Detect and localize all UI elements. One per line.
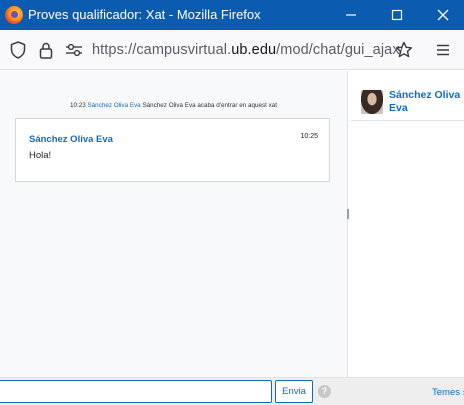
permissions-icon[interactable] xyxy=(64,40,84,60)
firefox-logo-icon xyxy=(5,6,23,24)
avatar xyxy=(361,90,383,114)
message-text: Hola! xyxy=(29,150,52,161)
maximize-icon xyxy=(391,9,403,21)
maximize-button[interactable] xyxy=(374,0,420,30)
url-bar[interactable]: https://campusvirtual.ub.edu/mod/chat/gu… xyxy=(92,42,404,58)
system-message-text: Sánchez Oliva Eva acaba d'entrar en aque… xyxy=(142,102,278,109)
system-message-time: 10:23 xyxy=(69,102,86,109)
system-message-user[interactable]: Sánchez Oliva Eva xyxy=(87,102,140,109)
menu-icon[interactable] xyxy=(433,40,453,60)
lock-icon[interactable] xyxy=(36,40,56,60)
send-button[interactable]: Envia xyxy=(275,380,313,403)
url-domain: ub.edu xyxy=(231,42,277,58)
minimize-icon xyxy=(346,14,356,16)
users-list: Sánchez Oliva Eva xyxy=(349,71,464,377)
system-message: 10:23 Sánchez Oliva Eva Sánchez Oliva Ev… xyxy=(0,102,347,109)
help-icon[interactable]: ? xyxy=(318,385,331,398)
star-icon[interactable] xyxy=(394,40,414,60)
user-list-item[interactable]: Sánchez Oliva Eva xyxy=(351,83,464,121)
close-window-button[interactable] xyxy=(420,0,464,30)
browser-navbar: https://campusvirtual.ub.edu/mod/chat/gu… xyxy=(0,30,464,70)
shield-icon[interactable] xyxy=(8,40,28,60)
message-time: 10:25 xyxy=(300,133,318,140)
url-path: /mod/chat/gui_ajax/ xyxy=(276,42,404,58)
user-name[interactable]: Sánchez Oliva Eva xyxy=(389,89,464,115)
window-titlebar: Proves qualificador: Xat - Mozilla Firef… xyxy=(0,0,464,30)
chat-message: Sánchez Oliva Eva 10:25 Hola! xyxy=(15,118,330,182)
chat-messages-area[interactable]: 10:23 Sánchez Oliva Eva Sánchez Oliva Ev… xyxy=(0,71,347,377)
minimize-button[interactable] xyxy=(328,0,374,30)
url-prefix: https://campusvirtual. xyxy=(92,42,232,58)
close-icon xyxy=(437,9,449,21)
chat-input-bar: Envia ? Temes » xyxy=(0,377,464,405)
message-input[interactable] xyxy=(0,380,272,403)
message-author[interactable]: Sánchez Oliva Eva xyxy=(29,134,113,145)
window-title: Proves qualificador: Xat - Mozilla Firef… xyxy=(28,7,261,22)
pane-divider[interactable] xyxy=(347,71,348,377)
themes-link[interactable]: Temes » xyxy=(432,387,464,398)
